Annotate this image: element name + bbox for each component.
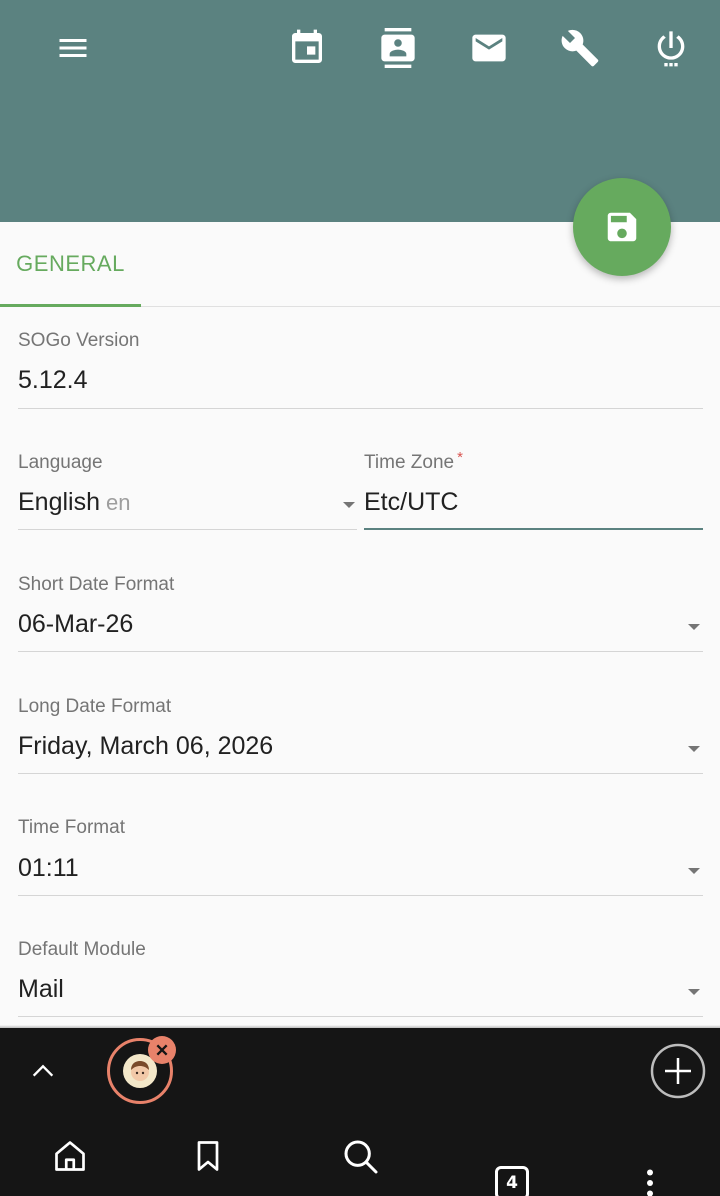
plus-circle-icon <box>650 1043 706 1099</box>
field-underline <box>18 1016 703 1017</box>
field-underline <box>18 408 703 409</box>
active-tab-indicator <box>0 304 141 307</box>
chevron-down-icon <box>688 868 700 874</box>
language-value: English en <box>18 488 130 517</box>
required-marker: * <box>457 449 463 466</box>
power-icon[interactable] <box>647 24 695 72</box>
field-underline <box>18 651 703 652</box>
timezone-label: Time Zone * <box>364 449 463 474</box>
search-icon[interactable] <box>338 1134 384 1180</box>
language-select[interactable]: Language English en <box>18 452 357 532</box>
bar-shadow <box>0 1025 720 1028</box>
save-button[interactable] <box>573 178 671 276</box>
time-format-select[interactable]: Time Format 01:11 <box>18 817 703 897</box>
time-format-value: 01:11 <box>18 854 79 882</box>
long-date-format-select[interactable]: Long Date Format Friday, March 06, 2026 <box>18 696 703 776</box>
bookmark-icon[interactable] <box>186 1134 230 1178</box>
default-module-label: Default Module <box>18 939 146 960</box>
close-icon <box>156 1044 168 1056</box>
home-icon[interactable] <box>48 1134 92 1178</box>
short-date-format-select[interactable]: Short Date Format 06-Mar-26 <box>18 574 703 654</box>
short-date-format-label: Short Date Format <box>18 574 175 595</box>
browser-bottom-bar: 4 <box>0 1025 720 1196</box>
sogo-version-field: SOGo Version 5.12.4 <box>18 330 703 410</box>
chevron-down-icon <box>343 502 355 508</box>
sogo-version-label: SOGo Version <box>18 330 140 351</box>
field-underline <box>18 529 357 530</box>
new-tab-button[interactable] <box>650 1043 706 1099</box>
long-date-format-value: Friday, March 06, 2026 <box>18 732 274 760</box>
close-tab-button[interactable] <box>148 1036 176 1064</box>
chevron-down-icon <box>688 624 700 630</box>
hamburger-menu-icon[interactable] <box>49 24 97 72</box>
mail-icon[interactable] <box>465 24 513 72</box>
chevron-down-icon <box>688 746 700 752</box>
default-module-select[interactable]: Default Module Mail <box>18 939 703 1019</box>
contacts-icon[interactable] <box>374 24 422 72</box>
default-module-value: Mail <box>18 975 64 1003</box>
timezone-label-text: Time Zone <box>364 452 455 473</box>
chevron-down-icon <box>688 989 700 995</box>
calendar-icon[interactable] <box>283 24 331 72</box>
field-underline-focused <box>364 528 703 530</box>
language-label: Language <box>18 452 103 473</box>
time-format-label: Time Format <box>18 817 125 838</box>
language-code: en <box>106 490 131 515</box>
more-vert-icon[interactable] <box>628 1161 672 1196</box>
wrench-icon[interactable] <box>556 24 604 72</box>
field-underline <box>18 773 703 774</box>
language-name: English <box>18 488 100 516</box>
tab-general[interactable]: GENERAL <box>0 222 141 306</box>
timezone-field[interactable]: Time Zone * Etc/UTC <box>364 449 703 532</box>
tabs-counter-icon[interactable]: 4 <box>495 1166 529 1196</box>
long-date-format-label: Long Date Format <box>18 696 172 717</box>
chevron-up-icon[interactable] <box>22 1050 64 1092</box>
save-icon <box>607 212 637 242</box>
timezone-input[interactable]: Etc/UTC <box>364 488 458 517</box>
short-date-format-value: 06-Mar-26 <box>18 610 134 638</box>
field-underline <box>18 895 703 896</box>
sogo-version-value: 5.12.4 <box>18 366 88 394</box>
